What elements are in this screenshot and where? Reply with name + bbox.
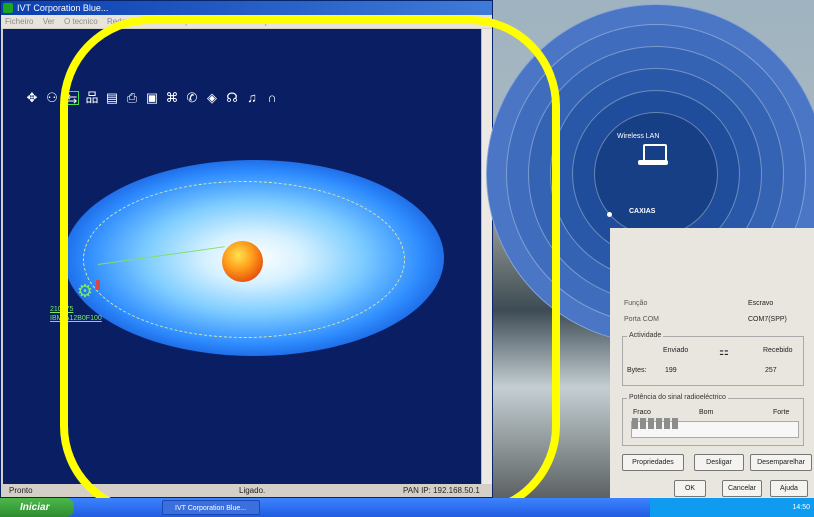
properties-panel: Função Escravo Porta COM COM7(SPP) Activ… bbox=[610, 228, 814, 498]
activity-title: Actividade bbox=[627, 332, 664, 339]
signal-level-bars bbox=[632, 418, 678, 429]
start-button[interactable]: Iniciar bbox=[0, 498, 74, 517]
system-tray: 14:50 bbox=[650, 498, 814, 517]
radar-node-icon bbox=[607, 212, 612, 217]
window-titlebar[interactable]: IVT Corporation Blue... bbox=[1, 1, 492, 15]
activity-group: Actividade Enviado ⚏ Recebido Bytes: 199… bbox=[622, 332, 804, 386]
hub-icon[interactable]: ✥ bbox=[25, 91, 39, 105]
laptop-base-icon bbox=[638, 160, 668, 165]
signal-bar bbox=[672, 418, 678, 429]
taskbar-item-bluesoleil[interactable]: IVT Corporation Blue... bbox=[162, 500, 260, 515]
app-icon bbox=[3, 3, 13, 13]
unpair-button[interactable]: Desemparelhar bbox=[750, 454, 812, 471]
received-label: Recebido bbox=[763, 347, 793, 354]
wireless-lan-label: Wireless LAN bbox=[617, 133, 660, 140]
help-button[interactable]: Ajuda bbox=[770, 480, 808, 497]
network-activity-icon: ⚏ bbox=[719, 346, 729, 358]
signal-strong-label: Forte bbox=[773, 409, 790, 416]
signal-bar bbox=[656, 418, 662, 429]
clock[interactable]: 14:50 bbox=[792, 504, 810, 511]
menu-tech[interactable]: O tecnico bbox=[64, 17, 98, 26]
status-ready: Pronto bbox=[9, 486, 33, 495]
sent-label: Enviado bbox=[663, 347, 689, 354]
signal-bar bbox=[632, 418, 638, 429]
signal-title: Potência do sinal radioeléctrico bbox=[627, 394, 728, 401]
bytes-received-value: 257 bbox=[765, 367, 777, 374]
menu-file[interactable]: Ficheiro bbox=[5, 17, 33, 26]
pair-icon[interactable]: ⚇ bbox=[45, 91, 59, 105]
signal-bar bbox=[664, 418, 670, 429]
signal-good-label: Bom bbox=[699, 409, 714, 416]
menu-view[interactable]: Ver bbox=[43, 17, 55, 26]
ok-button[interactable]: OK bbox=[674, 480, 706, 497]
taskbar: Iniciar IVT Corporation Blue... 14:50 bbox=[0, 498, 814, 517]
yellow-highlight bbox=[60, 16, 560, 516]
window-title: IVT Corporation Blue... bbox=[17, 3, 109, 13]
disconnect-button[interactable]: Desligar bbox=[694, 454, 744, 471]
properties-button[interactable]: Propriedades bbox=[622, 454, 684, 471]
signal-bar bbox=[640, 418, 646, 429]
bytes-label: Bytes: bbox=[627, 367, 647, 374]
ring-6 bbox=[594, 112, 718, 236]
node-label: CAXIAS bbox=[629, 208, 656, 215]
bytes-sent-value: 199 bbox=[665, 367, 677, 374]
signal-bar bbox=[648, 418, 654, 429]
signal-weak-label: Fraco bbox=[633, 409, 651, 416]
cancel-button[interactable]: Cancelar bbox=[722, 480, 762, 497]
